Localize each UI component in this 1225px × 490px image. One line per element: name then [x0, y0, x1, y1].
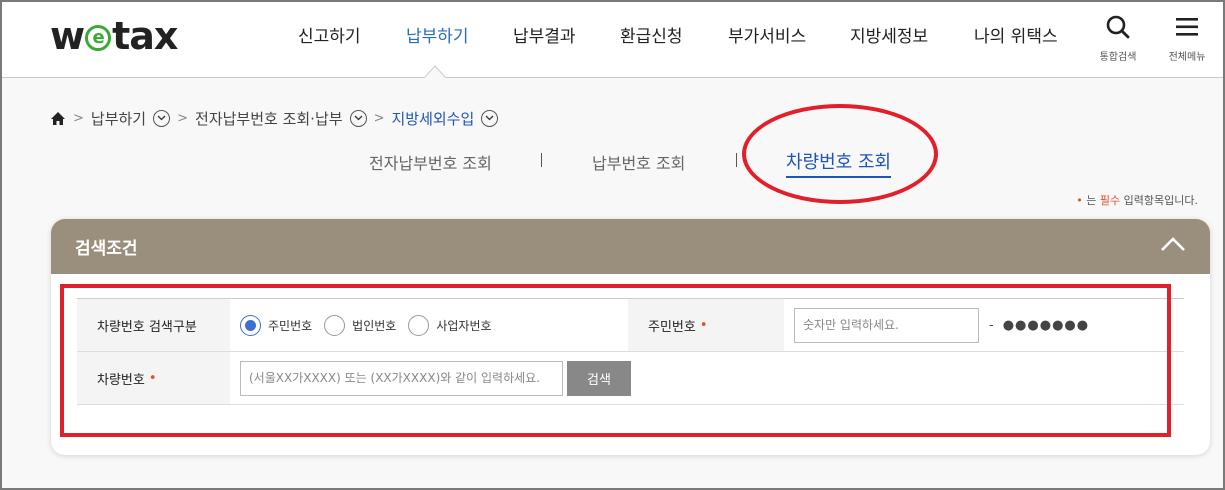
breadcrumb-separator: >: [177, 110, 189, 126]
required-fields-note: • 는 필수 입력항목입니다.: [1076, 192, 1198, 208]
full-menu-button[interactable]: 전체메뉴: [1162, 14, 1212, 63]
chevron-down-icon[interactable]: [349, 109, 367, 127]
tab-payment-number[interactable]: 납부번호 조회: [592, 150, 685, 174]
nav-item-extra-services[interactable]: 부가서비스: [728, 22, 806, 47]
nav-item-payment[interactable]: 납부하기: [406, 22, 469, 47]
nav-item-my-wetax[interactable]: 나의 위택스: [974, 22, 1058, 47]
panel-title: 검색조건: [75, 239, 138, 259]
search-icon: [1106, 15, 1130, 39]
breadcrumb-item-non-tax-revenue[interactable]: 지방세외수입: [391, 108, 474, 129]
highlight-ellipse: [742, 104, 938, 204]
chevron-down-icon[interactable]: [153, 109, 171, 127]
menu-label: 전체메뉴: [1168, 52, 1206, 63]
search-label: 통합검색: [1099, 52, 1137, 63]
breadcrumb-item-payment[interactable]: 납부하기: [91, 108, 146, 129]
required-note-post: 입력항목입니다.: [1120, 194, 1198, 207]
chevron-up-icon[interactable]: [1160, 235, 1186, 253]
logo-text-e: e: [92, 27, 105, 48]
nav-item-report[interactable]: 신고하기: [298, 22, 361, 47]
home-icon[interactable]: [50, 111, 66, 126]
logo-e-circle: e: [85, 25, 112, 51]
nav-item-refund[interactable]: 환급신청: [620, 22, 683, 47]
panel-header: 검색조건: [51, 219, 1210, 274]
breadcrumb: > 납부하기 > 전자납부번호 조회·납부 > 지방세외수입: [50, 107, 499, 129]
logo-text-tax: tax: [112, 14, 178, 58]
tab-divider: [541, 153, 542, 167]
breadcrumb-separator: >: [373, 110, 385, 126]
logo-text-w: w: [50, 14, 85, 58]
wetax-logo[interactable]: w e tax: [50, 14, 178, 58]
breadcrumb-item-electronic-payment[interactable]: 전자납부번호 조회·납부: [195, 108, 343, 129]
nav-item-payment-result[interactable]: 납부결과: [513, 22, 576, 47]
nav-item-local-tax-info[interactable]: 지방세정보: [850, 22, 928, 47]
active-nav-caret-icon: [424, 65, 446, 78]
highlight-rectangle: [60, 284, 1171, 437]
chevron-down-icon[interactable]: [481, 109, 499, 127]
breadcrumb-separator: >: [73, 110, 84, 126]
required-note-pre: 는: [1082, 194, 1100, 207]
hamburger-menu-icon: [1176, 18, 1198, 36]
tab-electronic-payment-number[interactable]: 전자납부번호 조회: [369, 150, 492, 174]
site-header: w e tax 신고하기 납부하기 납부결과 환급신청 부가서비스 지방세정보 나의…: [2, 2, 1223, 78]
required-note-must: 필수: [1099, 194, 1121, 207]
integrated-search-button[interactable]: 통합검색: [1093, 14, 1143, 63]
tab-divider: [736, 153, 737, 167]
sub-tabs: 전자납부번호 조회 납부번호 조회 차량번호 조회: [0, 148, 1225, 178]
